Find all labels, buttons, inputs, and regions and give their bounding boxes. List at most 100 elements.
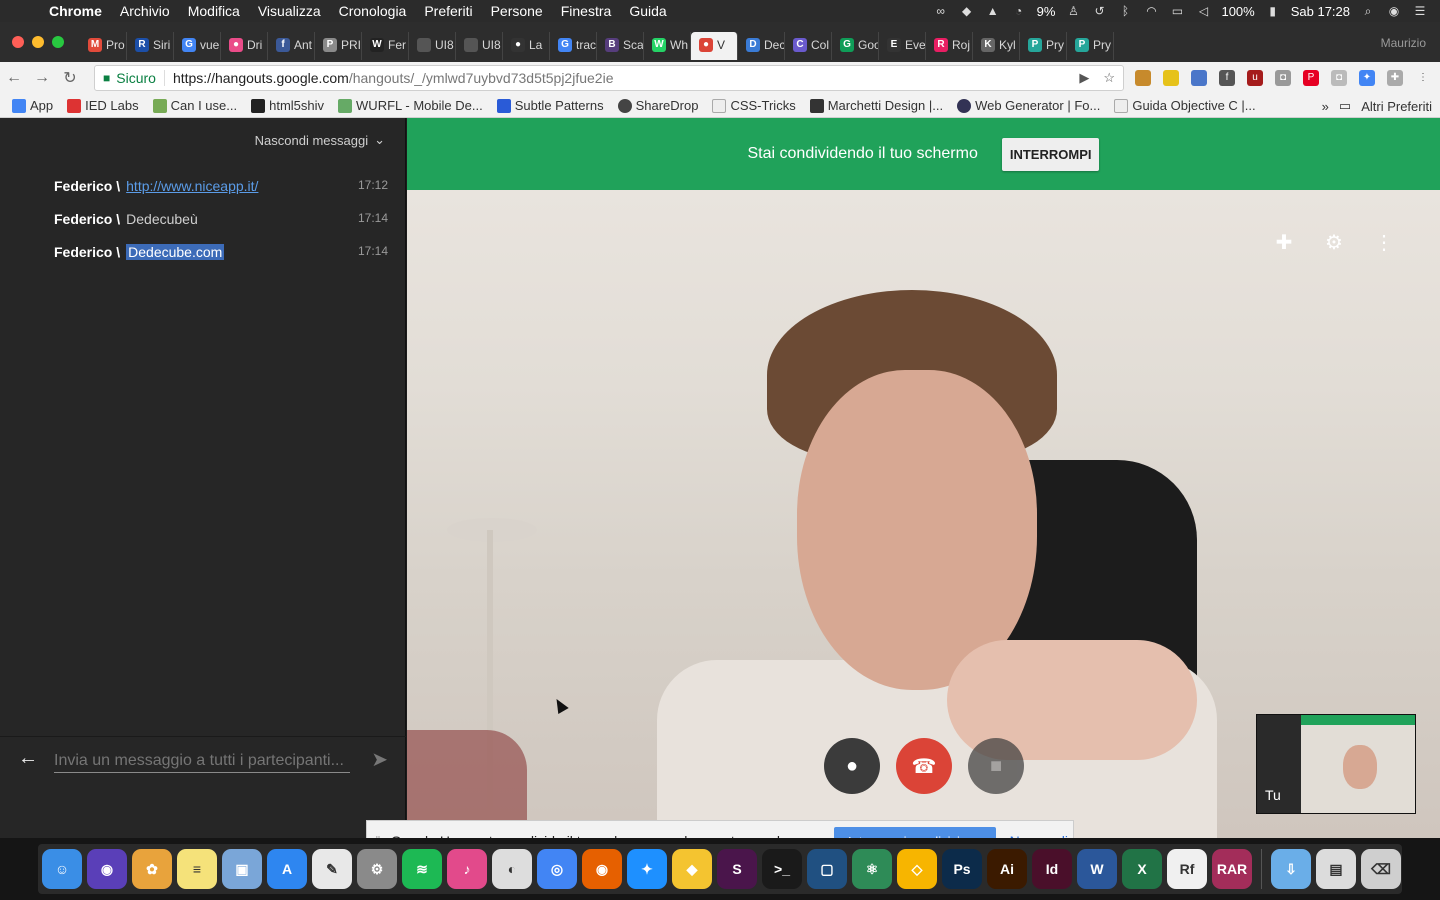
bookmark-item[interactable]: CSS-Tricks [712,98,796,113]
menu-file[interactable]: Archivio [111,3,179,19]
app-store-icon[interactable]: A [267,849,307,889]
word-icon[interactable]: W [1077,849,1117,889]
photos-icon[interactable]: ✿ [132,849,172,889]
close-window-button[interactable] [12,36,24,48]
browser-tab[interactable]: P Pry [1020,32,1067,60]
forward-icon[interactable]: → [28,69,56,87]
siri-icon[interactable]: ◉ [87,849,127,889]
browser-tab[interactable]: P PRI [315,32,362,60]
user-icon[interactable]: ♙ [1065,4,1081,18]
photoshop-icon[interactable]: Ps [942,849,982,889]
browser-tab[interactable]: E Eve [879,32,926,60]
chevron-right-icon[interactable]: » [1322,99,1329,114]
menu-help[interactable]: Guida [620,3,675,19]
profile-name[interactable]: Maurizio [1381,36,1426,50]
cpu-gauge-icon[interactable]: ◔ [1011,4,1027,18]
spotify-icon[interactable]: ≋ [402,849,442,889]
stop-sharing-button[interactable]: INTERROMPI [1001,137,1100,171]
more-options-icon[interactable]: ⋮ [1372,230,1396,255]
bookmark-apps[interactable]: App [12,98,53,113]
itunes-icon[interactable]: ♪ [447,849,487,889]
alert-icon[interactable]: ▲ [985,4,1001,18]
menu-app-name[interactable]: Chrome [40,3,111,19]
downloads-icon[interactable]: ⇩ [1271,849,1311,889]
camera-button[interactable]: ■ [968,738,1024,794]
bluetooth-icon[interactable]: ᛒ [1117,4,1133,18]
volume-icon[interactable]: ◁ [1195,4,1211,18]
add-person-icon[interactable]: ✚ [1272,230,1296,255]
bookmark-item[interactable]: Guida Objective C |... [1114,98,1256,113]
chrome-menu-icon[interactable]: ⋮ [1415,70,1431,86]
the-unarchiver-icon[interactable]: RAR [1212,849,1252,889]
address-bar[interactable]: ■ Sicuro https://hangouts.google.com/han… [94,65,1124,91]
camera-in-use-icon[interactable]: ▶ [1079,70,1089,86]
browser-tab[interactable]: M Pro [80,32,127,60]
recent-files-icon[interactable]: ▤ [1316,849,1356,889]
extension-icon[interactable] [1135,70,1151,86]
notes-icon[interactable]: ≡ [177,849,217,889]
extension-icon[interactable] [1163,70,1179,86]
zoom-window-button[interactable] [52,36,64,48]
camera-extension-icon[interactable]: ◘ [1331,70,1347,86]
terminal-icon[interactable]: >_ [762,849,802,889]
browser-tab[interactable]: W Wh [644,32,691,60]
browser-tab[interactable]: f Ant [268,32,315,60]
browser-tab[interactable]: ● La [503,32,550,60]
microphone-button[interactable]: ● [824,738,880,794]
menu-view[interactable]: Visualizza [249,3,330,19]
sourcetree-icon[interactable]: ▢ [807,849,847,889]
message-input[interactable] [54,749,350,773]
wifi-icon[interactable]: ◠ [1143,4,1159,18]
bookmark-star-icon[interactable]: ☆ [1103,70,1115,86]
hang-up-button[interactable]: ☎ [896,738,952,794]
font-extension-icon[interactable]: f [1219,70,1235,86]
bookmark-item[interactable]: ShareDrop [617,98,698,113]
send-icon[interactable]: ➤ [371,747,388,772]
browser-tab[interactable]: R Roj [926,32,973,60]
hide-messages-button[interactable]: Nascondi messaggi ⌄ [255,132,385,148]
bookmark-item[interactable]: Marchetti Design |... [809,98,943,113]
bookmark-item[interactable]: IED Labs [67,98,139,113]
sequel-pro-icon[interactable]: ◐ [492,849,532,889]
firefox-icon[interactable]: ◉ [582,849,622,889]
self-view-thumbnail[interactable]: Tu [1256,714,1416,814]
slack-icon[interactable]: S [717,849,757,889]
browser-tab[interactable]: G Goo [832,32,879,60]
notification-center-icon[interactable]: ☰ [1412,4,1428,18]
finder-icon[interactable]: ☺ [42,849,82,889]
menu-window[interactable]: Finestra [552,3,621,19]
menu-edit[interactable]: Modifica [179,3,249,19]
browser-tab[interactable]: K Kyl [973,32,1020,60]
bookmark-item[interactable]: Can I use... [152,98,237,113]
siri-icon[interactable]: ◉ [1386,4,1402,18]
browser-tab[interactable]: UI8 [456,32,503,60]
minimize-window-button[interactable] [32,36,44,48]
time-machine-icon[interactable]: ↺ [1091,4,1107,18]
reflector-icon[interactable]: Rf [1167,849,1207,889]
menu-bookmarks[interactable]: Preferiti [415,3,481,19]
back-icon[interactable]: ← [0,69,28,87]
bookmark-item[interactable]: WURFL - Mobile De... [338,98,483,113]
extension-icon[interactable]: ✚ [1387,70,1403,86]
excel-icon[interactable]: X [1122,849,1162,889]
airplay-icon[interactable]: ▭ [1169,4,1185,18]
browser-tab[interactable]: Gvue [174,32,221,60]
clock[interactable]: Sab 17:28 [1291,4,1350,19]
bookmark-item[interactable]: Subtle Patterns [496,98,604,113]
browser-tab[interactable]: C Col [785,32,832,60]
browser-tab[interactable]: Gtrac [550,32,597,60]
browser-tab[interactable]: W Fer [362,32,409,60]
browser-tab[interactable]: D Dec [738,32,785,60]
illustrator-icon[interactable]: Ai [987,849,1027,889]
atom-icon[interactable]: ⚛ [852,849,892,889]
extension-icon[interactable]: ✦ [1359,70,1375,86]
message-link[interactable]: http://www.niceapp.it/ [126,178,258,194]
other-bookmarks[interactable]: Altri Preferiti [1361,99,1432,114]
pinterest-icon[interactable]: P [1303,70,1319,86]
back-arrow-icon[interactable]: ← [18,747,38,770]
sketch-icon[interactable]: ◇ [897,849,937,889]
textedit-icon[interactable]: ✎ [312,849,352,889]
dropbox-icon[interactable]: ◆ [959,4,975,18]
bookmark-item[interactable]: html5shiv [251,98,324,113]
browser-tab[interactable]: ● V [691,32,738,60]
